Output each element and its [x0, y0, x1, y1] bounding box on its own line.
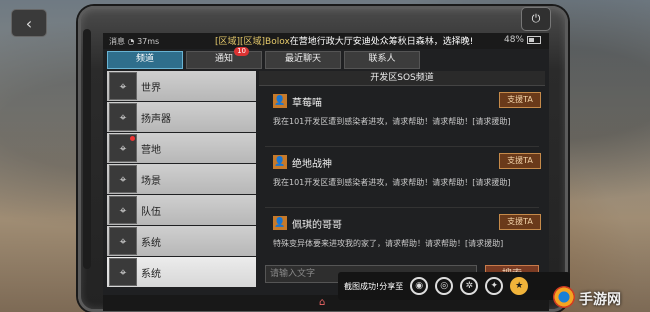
tab-label: 联系人: [368, 54, 396, 64]
message-text: 我在101开发区遭到感染者进攻，请求帮助！请求帮助！[请求援助]: [273, 178, 511, 187]
unread-dot: [130, 136, 135, 141]
sidebar-item-scene[interactable]: ⌖ 场景: [107, 164, 256, 194]
chat-header: 开发区SOS频道: [259, 71, 545, 86]
status-carrier: 消息: [109, 37, 125, 46]
notification-badge: 10: [234, 47, 249, 56]
message-author[interactable]: 佩琪的哥哥: [292, 216, 342, 231]
sidebar-item-label: 系统: [141, 237, 161, 249]
sidebar-item-team[interactable]: ⌖ 队伍: [107, 195, 256, 225]
sidebar-item-system-2[interactable]: ⌖ 系统: [107, 257, 256, 287]
support-button[interactable]: 支援TA: [499, 92, 541, 108]
tab-channel[interactable]: 频道: [107, 51, 183, 69]
message-text: 特殊变异体要来进攻我的家了，请求帮助！请求帮助！[请求援助]: [273, 239, 504, 248]
satellite-dish-icon: ⌖: [109, 72, 137, 100]
divider: [265, 146, 539, 147]
status-bar: 消息 ◔ 37ms [区域][区域]Bolox在营地行政大厅安迪处众筹秋日森林，…: [103, 33, 549, 49]
avatar-icon[interactable]: 👤: [273, 155, 287, 169]
tab-contacts[interactable]: 联系人: [344, 51, 420, 69]
message-author[interactable]: 草莓喵: [292, 94, 322, 109]
watermark-logo-icon: [553, 286, 575, 308]
device-frame: ‹ ⏻ 消息 ◔ 37ms [区域][区域]Bolox在营地行政大厅安迪处众筹秋…: [11, 6, 568, 312]
tab-recent-chats[interactable]: 最近聊天: [265, 51, 341, 69]
satellite-dish-icon: ⌖: [109, 258, 137, 286]
sidebar-item-label: 扬声器: [141, 113, 171, 125]
tab-label: 最近聊天: [284, 54, 321, 64]
status-speed: 37ms: [137, 37, 160, 46]
status-right: 48%: [504, 35, 541, 45]
satellite-dish-icon: ⌖: [109, 196, 137, 224]
announcement-channel: [区域][区域]Bolox: [215, 37, 290, 47]
battery-icon: [527, 35, 541, 44]
chat-panel: 开发区SOS频道 👤 草莓喵 支援TA 我在101开发区遭到感染者进攻，请求帮助…: [259, 71, 545, 269]
weibo-icon[interactable]: ◉: [410, 277, 429, 295]
sidebar-item-label: 世界: [141, 82, 161, 94]
status-left: 消息 ◔ 37ms: [109, 36, 159, 47]
close-device-button[interactable]: ⏻: [521, 7, 551, 31]
qzone-icon[interactable]: ★: [510, 277, 529, 295]
sidebar-item-label: 系统: [141, 268, 161, 280]
power-icon: ⏻: [531, 12, 541, 25]
share-label: 截图成功!分享至: [344, 281, 404, 291]
message-text: 我在101开发区遭到感染者进攻，请求帮助！请求帮助！[请求援助]: [273, 117, 511, 126]
battery-percent: 48%: [503, 35, 524, 45]
sidebar-item-label: 队伍: [141, 206, 161, 218]
sidebar-item-camp[interactable]: ⌖ 营地: [107, 133, 256, 163]
wechat-icon[interactable]: ◎: [435, 277, 454, 295]
screenshot-share-bar: 截图成功!分享至 ◉ ◎ ✲ ✦ ★: [338, 272, 570, 300]
moments-icon[interactable]: ✲: [460, 277, 479, 295]
support-button[interactable]: 支援TA: [499, 153, 541, 169]
back-button[interactable]: ‹: [11, 9, 47, 37]
watermark-text: 手游网: [579, 292, 621, 308]
tab-label: 频道: [135, 54, 154, 64]
satellite-dish-icon: ⌖: [109, 227, 137, 255]
chat-message: 👤 绝地战神 支援TA 我在101开发区遭到感染者进攻，请求帮助！请求帮助！[请…: [259, 149, 545, 205]
tab-notifications[interactable]: 通知 10: [186, 47, 262, 69]
support-button[interactable]: 支援TA: [499, 214, 541, 230]
site-watermark: 手游网: [553, 286, 650, 310]
message-author[interactable]: 绝地战神: [292, 155, 332, 170]
announcement-marquee: [区域][区域]Bolox在营地行政大厅安迪处众筹秋日森林，选择晚!: [215, 34, 473, 47]
channel-sidebar: ⌖ 世界 ⌖ 扬声器 ⌖ 营地 ⌖ 场景 ⌖ 队伍 ⌖ 系统 ⌖ 系统: [107, 71, 256, 311]
device-side-rail: [83, 29, 91, 269]
home-icon[interactable]: ⌂: [319, 297, 325, 308]
qq-icon[interactable]: ✦: [485, 277, 504, 295]
sidebar-item-speaker[interactable]: ⌖ 扬声器: [107, 102, 256, 132]
back-arrow-icon: ‹: [25, 13, 33, 33]
satellite-dish-icon: ⌖: [109, 103, 137, 131]
tab-bar: 频道 通知 10 最近聊天 联系人: [107, 47, 420, 69]
announcement-text: 在营地行政大厅安迪处众筹秋日森林，选择晚!: [289, 37, 474, 47]
chat-message: 👤 佩琪的哥哥 支援TA 特殊变异体要来进攻我的家了，请求帮助！请求帮助！[请求…: [259, 210, 545, 266]
sidebar-item-world[interactable]: ⌖ 世界: [107, 71, 256, 101]
avatar-icon[interactable]: 👤: [273, 94, 287, 108]
chat-message: 👤 草莓喵 支援TA 我在101开发区遭到感染者进攻，请求帮助！请求帮助！[请求…: [259, 88, 545, 144]
sidebar-item-label: 营地: [141, 144, 161, 156]
avatar-icon[interactable]: 👤: [273, 216, 287, 230]
satellite-dish-icon: ⌖: [109, 165, 137, 193]
phone-screen: 消息 ◔ 37ms [区域][区域]Bolox在营地行政大厅安迪处众筹秋日森林，…: [103, 33, 549, 311]
wifi-icon: ◔: [127, 37, 135, 46]
divider: [265, 207, 539, 208]
sidebar-item-system[interactable]: ⌖ 系统: [107, 226, 256, 256]
sidebar-item-label: 场景: [141, 175, 161, 187]
tab-label: 通知: [214, 54, 233, 64]
